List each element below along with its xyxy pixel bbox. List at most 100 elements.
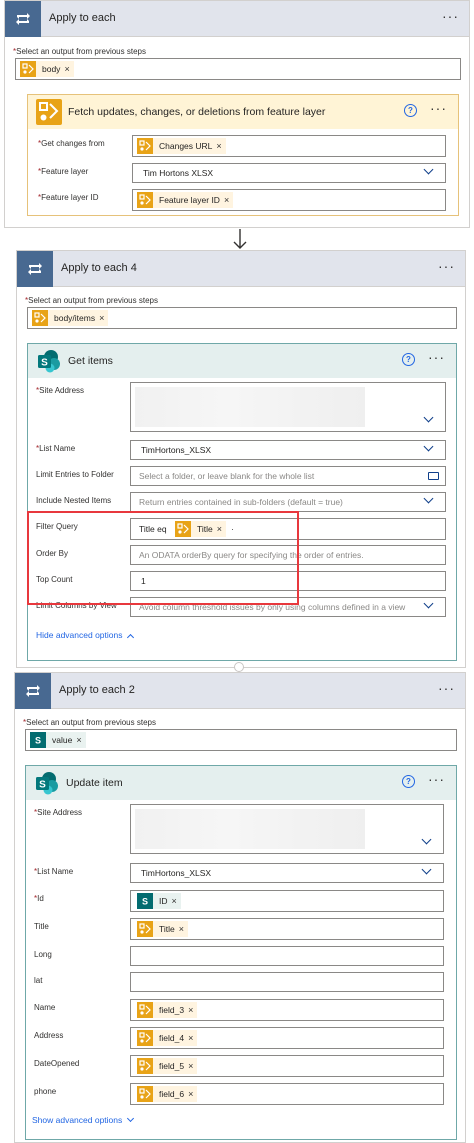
loop-arrows-icon — [17, 251, 53, 287]
select-output-input[interactable]: S value × — [25, 729, 457, 751]
select-output-input[interactable]: body/items × — [27, 307, 457, 329]
dropdown-value: Tim Hortons XLSX — [143, 168, 214, 178]
include-nested-dropdown[interactable]: Return entries contained in sub-folders … — [130, 492, 446, 512]
token-body[interactable]: body × — [20, 61, 74, 77]
phone-input[interactable]: field_6 × — [130, 1083, 444, 1105]
remove-token-icon[interactable]: × — [188, 1033, 197, 1043]
token-field-3[interactable]: field_3 × — [137, 1002, 198, 1018]
token-label: body/items — [54, 313, 96, 323]
remove-token-icon[interactable]: × — [64, 64, 73, 74]
token-changes-url[interactable]: Changes URL × — [137, 138, 226, 154]
filter-query-highlight — [27, 511, 299, 605]
loop-title: Apply to each — [49, 12, 116, 24]
token-body-items[interactable]: body/items × — [32, 310, 109, 326]
chevron-down-icon[interactable] — [423, 498, 435, 506]
card-header[interactable]: S Update item ? ··· — [26, 766, 456, 800]
name-input[interactable]: field_3 × — [130, 999, 444, 1021]
feature-layer-dropdown[interactable]: Tim Hortons XLSX — [132, 163, 446, 183]
limit-entries-input[interactable]: Select a folder, or leave blank for the … — [130, 466, 446, 486]
show-advanced-options-link[interactable]: Show advanced options — [32, 1114, 135, 1125]
more-options-icon[interactable]: ··· — [438, 680, 455, 696]
card-title: Get items — [68, 355, 113, 367]
dropdown-value: TimHortons_XLSX — [141, 445, 212, 455]
token-id[interactable]: S ID × — [137, 893, 181, 909]
help-circle-icon[interactable]: ? — [404, 104, 417, 117]
token-title[interactable]: Title × — [137, 921, 189, 937]
fetch-updates-card: Fetch updates, changes, or deletions fro… — [27, 94, 459, 216]
token-label: body — [42, 64, 61, 74]
field-label-site-address: *Site Address — [36, 386, 85, 395]
apply-to-each-loop: Apply to each ··· *Select an output from… — [4, 0, 470, 228]
redacted-site-address — [135, 387, 365, 427]
chevron-down-icon[interactable] — [423, 169, 435, 177]
select-output-input[interactable]: body × — [15, 58, 461, 80]
remove-token-icon[interactable]: × — [188, 1089, 197, 1099]
chevron-down-icon[interactable] — [423, 417, 435, 425]
loop-header[interactable]: Apply to each 2 ··· — [15, 673, 465, 709]
remove-token-icon[interactable]: × — [99, 313, 108, 323]
more-options-icon[interactable]: ··· — [430, 100, 447, 116]
loop-title: Apply to each 2 — [59, 684, 135, 696]
arcgis-icon — [137, 138, 153, 154]
sharepoint-icon: S — [36, 348, 62, 374]
field-label-date-opened: DateOpened — [34, 1059, 80, 1068]
list-name-dropdown[interactable]: TimHortons_XLSX — [130, 440, 446, 460]
more-options-icon[interactable]: ··· — [442, 8, 459, 24]
hide-advanced-options-link[interactable]: Hide advanced options — [36, 630, 135, 642]
remove-token-icon[interactable]: × — [188, 1005, 197, 1015]
field-label-site-address: *Site Address — [34, 808, 83, 817]
long-input[interactable] — [130, 946, 444, 966]
title-input[interactable]: Title × — [130, 918, 444, 940]
chevron-down-icon[interactable] — [423, 446, 435, 454]
lat-input[interactable] — [130, 972, 444, 992]
card-header[interactable]: S Get items ? ··· — [28, 344, 456, 378]
token-field-6[interactable]: field_6 × — [137, 1086, 198, 1102]
help-circle-icon[interactable]: ? — [402, 775, 415, 788]
token-label: field_4 — [159, 1033, 185, 1043]
address-input[interactable]: field_4 × — [130, 1027, 444, 1049]
remove-token-icon[interactable]: × — [216, 141, 225, 151]
token-field-5[interactable]: field_5 × — [137, 1058, 198, 1074]
token-label: Title — [159, 924, 175, 934]
token-label: field_5 — [159, 1061, 185, 1071]
chevron-down-icon[interactable] — [421, 839, 433, 847]
loop-body: *Select an output from previous steps bo… — [5, 37, 469, 227]
update-item-card: S Update item ? ··· *Site Address *List … — [25, 765, 457, 1140]
remove-token-icon[interactable]: × — [76, 735, 85, 745]
remove-token-icon[interactable]: × — [188, 1061, 197, 1071]
card-header[interactable]: Fetch updates, changes, or deletions fro… — [28, 95, 458, 129]
date-opened-input[interactable]: field_5 × — [130, 1055, 444, 1077]
feature-layer-id-input[interactable]: Feature layer ID × — [132, 189, 446, 211]
more-options-icon[interactable]: ··· — [428, 349, 445, 365]
remove-token-icon[interactable]: × — [172, 896, 181, 906]
get-changes-input[interactable]: Changes URL × — [132, 135, 446, 157]
token-feature-layer-id[interactable]: Feature layer ID × — [137, 192, 234, 208]
site-address-dropdown[interactable] — [130, 804, 444, 854]
loop-header[interactable]: Apply to each 4 ··· — [17, 251, 465, 287]
token-field-4[interactable]: field_4 × — [137, 1030, 198, 1046]
id-input[interactable]: S ID × — [130, 890, 444, 912]
field-label-name: Name — [34, 1003, 56, 1012]
list-name-dropdown[interactable]: TimHortons_XLSX — [130, 863, 444, 883]
more-options-icon[interactable]: ··· — [428, 771, 445, 787]
site-address-dropdown[interactable] — [130, 382, 446, 432]
field-label-phone: phone — [34, 1087, 57, 1096]
loop-arrows-icon — [15, 673, 51, 709]
loop-header[interactable]: Apply to each ··· — [5, 1, 469, 37]
token-label: Feature layer ID — [159, 195, 220, 205]
placeholder-text: Select a folder, or leave blank for the … — [139, 471, 315, 481]
more-options-icon[interactable]: ··· — [438, 258, 455, 274]
field-label-address: Address — [34, 1031, 64, 1040]
token-value[interactable]: S value × — [30, 732, 86, 748]
field-label-title: Title — [34, 922, 49, 931]
token-label: field_3 — [159, 1005, 185, 1015]
loop-body: *Select an output from previous steps S … — [15, 709, 465, 1142]
chevron-down-icon[interactable] — [423, 603, 435, 611]
field-label-lat: lat — [34, 976, 43, 985]
folder-icon[interactable] — [428, 472, 439, 480]
remove-token-icon[interactable]: × — [179, 924, 188, 934]
chevron-down-icon[interactable] — [421, 869, 433, 877]
help-circle-icon[interactable]: ? — [402, 353, 415, 366]
arcgis-icon — [36, 99, 62, 125]
remove-token-icon[interactable]: × — [224, 195, 233, 205]
